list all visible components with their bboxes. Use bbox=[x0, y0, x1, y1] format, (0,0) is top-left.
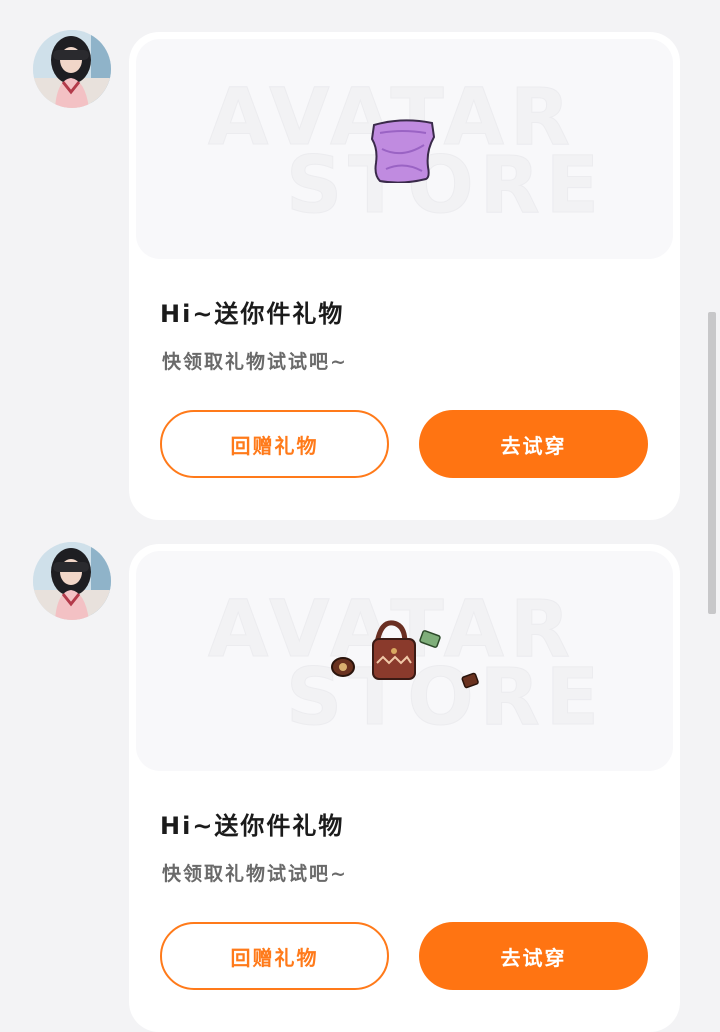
gift-card: AVATAR STORE Hi~送你件礼物 快领取礼物试试吧~ 回赠礼物 去试穿 bbox=[129, 544, 680, 1032]
sender-avatar[interactable] bbox=[33, 30, 111, 108]
watermark-store: STORE bbox=[285, 141, 606, 232]
gift-preview[interactable]: AVATAR STORE bbox=[136, 551, 673, 771]
gift-title: Hi~送你件礼物 bbox=[160, 812, 345, 840]
try-on-button[interactable]: 去试穿 bbox=[419, 922, 648, 990]
gift-preview[interactable]: AVATAR STORE bbox=[136, 39, 673, 259]
avatar-photo-icon bbox=[33, 542, 111, 620]
sender-avatar[interactable] bbox=[33, 542, 111, 620]
brown-handbag-set-icon bbox=[331, 620, 479, 689]
gift-title: Hi~送你件礼物 bbox=[160, 300, 345, 328]
gift-subtitle: 快领取礼物试试吧~ bbox=[162, 351, 348, 373]
avatar-photo-icon bbox=[33, 30, 111, 108]
gift-back-button[interactable]: 回赠礼物 bbox=[160, 922, 389, 990]
gift-back-button[interactable]: 回赠礼物 bbox=[160, 410, 389, 478]
try-on-button[interactable]: 去试穿 bbox=[419, 410, 648, 478]
scrollbar[interactable] bbox=[708, 312, 716, 614]
gift-subtitle: 快领取礼物试试吧~ bbox=[162, 863, 348, 885]
gift-card: AVATAR STORE Hi~送你件礼物 快领取礼物试试吧~ 回赠礼物 去试穿 bbox=[129, 32, 680, 520]
purple-tube-top-icon bbox=[370, 119, 436, 183]
